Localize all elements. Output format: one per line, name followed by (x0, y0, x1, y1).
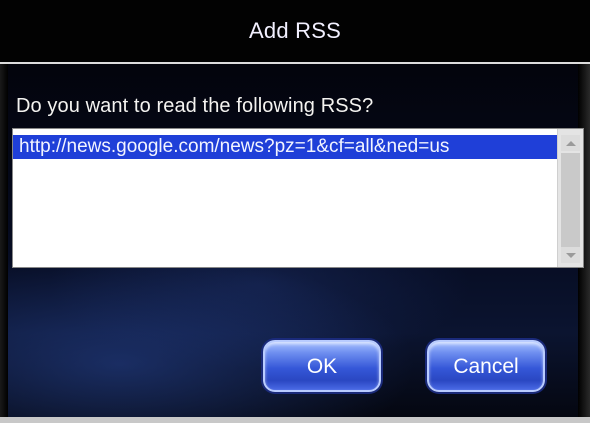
add-rss-dialog: Add RSS Do you want to read the followin… (0, 0, 590, 423)
scroll-thumb[interactable] (561, 153, 580, 249)
left-border (0, 64, 8, 423)
cancel-button[interactable]: Cancel (427, 340, 545, 392)
title-bar: Add RSS (0, 0, 590, 64)
bottom-border (0, 417, 590, 423)
scroll-up-button[interactable] (561, 135, 580, 151)
scroll-down-button[interactable] (561, 247, 580, 263)
arrow-up-icon (565, 140, 576, 146)
arrow-down-icon (565, 252, 576, 258)
vertical-scrollbar[interactable] (557, 129, 583, 267)
rss-listbox[interactable]: http://news.google.com/news?pz=1&cf=all&… (12, 128, 584, 268)
prompt-text: Do you want to read the following RSS? (16, 95, 374, 117)
rss-list-item[interactable]: http://news.google.com/news?pz=1&cf=all&… (13, 135, 557, 159)
dialog-title: Add RSS (249, 18, 341, 43)
ok-button[interactable]: OK (263, 340, 381, 392)
